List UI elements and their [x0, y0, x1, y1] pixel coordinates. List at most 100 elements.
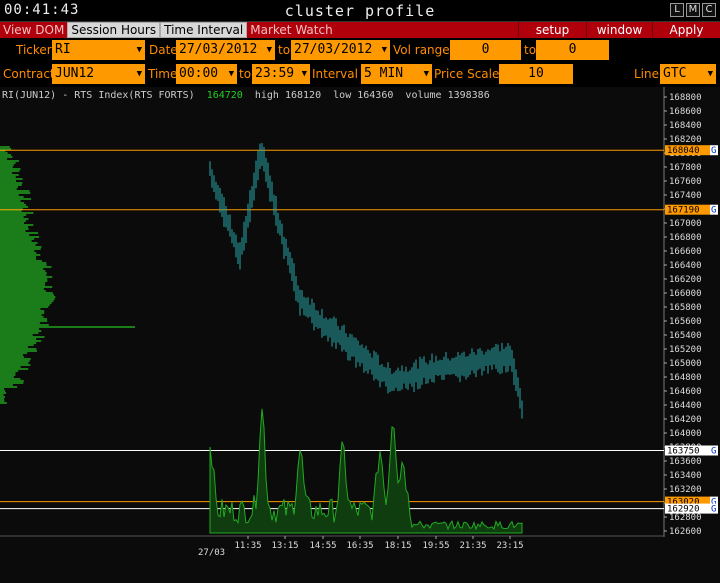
title-bar: 00:41:43 cluster profile L M C — [0, 0, 720, 22]
gtc-tag-label: G — [711, 505, 716, 515]
interval-select[interactable]: 5 MIN ▼ — [361, 64, 432, 84]
chart-area[interactable]: 1688001686001684001682001680001678001676… — [0, 87, 720, 583]
m-button[interactable]: M — [686, 3, 700, 17]
vol-range-label: Vol range — [393, 43, 450, 57]
y-tick-label: 164800 — [669, 373, 702, 383]
vol-from-input[interactable]: 0 — [450, 40, 521, 60]
x-tick-label: 16:35 — [346, 541, 373, 551]
chart-svg[interactable]: 1688001686001684001682001680001678001676… — [0, 87, 720, 583]
x-tick-label: 23:15 — [496, 541, 523, 551]
y-tick-label: 168200 — [669, 135, 702, 145]
y-tick-label: 165000 — [669, 359, 702, 369]
contract-select[interactable]: JUN12 ▼ — [52, 64, 145, 84]
date-to-select[interactable]: 27/03/2012 ▼ — [291, 40, 390, 60]
y-tick-label: 166800 — [669, 233, 702, 243]
x-tick-label: 19:55 — [422, 541, 449, 551]
x-tick-label: 21:35 — [459, 541, 486, 551]
y-tick-label: 167400 — [669, 191, 702, 201]
price-scale-input[interactable]: 10 — [499, 64, 573, 84]
y-tick-label: 168800 — [669, 93, 702, 103]
dropdown-arrow-icon: ▼ — [381, 45, 387, 55]
y-tick-label: 164400 — [669, 401, 702, 411]
contract-label: Contract — [3, 67, 55, 81]
c-button[interactable]: C — [702, 3, 716, 17]
dropdown-arrow-icon: ▼ — [301, 69, 307, 79]
y-tick-label: 166200 — [669, 275, 702, 285]
contract-value: JUN12 — [55, 66, 95, 81]
high-value: high 168120 — [254, 90, 322, 101]
volume-area — [209, 408, 523, 534]
x-tick-label: 11:35 — [234, 541, 261, 551]
y-tick-label: 167600 — [669, 177, 702, 187]
apply-button[interactable]: Apply — [652, 22, 720, 38]
instrument-name: RI(JUN12) - RTS Index(RTS FORTS) — [2, 90, 195, 101]
interval-value: 5 MIN — [364, 66, 404, 81]
volume-value: volume 1398386 — [405, 90, 490, 101]
menu-market-watch[interactable]: Market Watch — [247, 22, 335, 38]
gtc-tag-label: G — [711, 447, 716, 457]
y-tick-label: 167800 — [669, 163, 702, 173]
price-level-value: 162920 — [667, 505, 700, 515]
date-label: Date — [149, 43, 178, 57]
menu-time-interval[interactable]: Time Interval — [160, 22, 248, 38]
chart-header: RI(JUN12) - RTS Index(RTS FORTS) 164720 … — [2, 90, 490, 101]
x-tick-label: 14:55 — [309, 541, 336, 551]
time-to-select[interactable]: 23:59 ▼ — [252, 64, 310, 84]
dropdown-arrow-icon: ▼ — [228, 69, 234, 79]
dropdown-arrow-icon: ▼ — [136, 45, 142, 55]
x-tick-label: 18:15 — [384, 541, 411, 551]
date-from-select[interactable]: 27/03/2012 ▼ — [176, 40, 275, 60]
x-date-label: 27/03 — [198, 548, 225, 558]
time-from-value: 00:00 — [179, 66, 219, 81]
ticker-select[interactable]: RI ▼ — [52, 40, 145, 60]
window-buttons: L M C — [670, 3, 716, 17]
interval-label: Interval — [312, 67, 358, 81]
x-tick-label: 13:15 — [271, 541, 298, 551]
control-row-1: Ticker RI ▼ Date 27/03/2012 ▼ to 27/03/201… — [0, 38, 720, 63]
line-select[interactable]: GTC ▼ — [660, 64, 716, 84]
y-tick-label: 168400 — [669, 121, 702, 131]
time-from-select[interactable]: 00:00 ▼ — [176, 64, 237, 84]
low-value: low 164360 — [333, 90, 394, 101]
ticker-label: Ticker — [16, 43, 52, 57]
gtc-tag-label: G — [711, 206, 716, 216]
y-tick-label: 165800 — [669, 303, 702, 313]
date-to-value: 27/03/2012 — [294, 42, 373, 57]
time-label: Time — [148, 67, 178, 81]
y-tick-label: 164000 — [669, 429, 702, 439]
vol-to-label: to — [524, 43, 537, 57]
menu-bar: View DOM Session Hours Time Interval Mar… — [0, 22, 720, 38]
date-from-value: 27/03/2012 — [179, 42, 258, 57]
menu-view-dom[interactable]: View DOM — [0, 22, 67, 38]
y-tick-label: 166400 — [669, 261, 702, 271]
vol-to-input[interactable]: 0 — [536, 40, 609, 60]
line-label: Line — [634, 67, 660, 81]
y-tick-label: 163600 — [669, 457, 702, 467]
window-title: cluster profile — [284, 2, 436, 20]
setup-button[interactable]: setup — [518, 22, 586, 38]
time-to-label: to — [239, 67, 252, 81]
dropdown-arrow-icon: ▼ — [423, 69, 429, 79]
date-to-label: to — [278, 43, 291, 57]
control-row-2: Contract JUN12 ▼ Time 00:00 ▼ to 23:59 ▼ In… — [0, 62, 720, 87]
y-tick-label: 167000 — [669, 219, 702, 229]
l-button[interactable]: L — [670, 3, 684, 17]
line-value: GTC — [663, 66, 687, 81]
ticker-value: RI — [55, 42, 71, 57]
dropdown-arrow-icon: ▼ — [266, 45, 272, 55]
y-tick-label: 166600 — [669, 247, 702, 257]
gtc-tag-label: G — [711, 146, 716, 156]
y-tick-label: 163400 — [669, 471, 702, 481]
price-level-value: 168040 — [667, 146, 700, 156]
y-tick-label: 165200 — [669, 345, 702, 355]
window-button[interactable]: window — [586, 22, 652, 38]
y-tick-label: 165400 — [669, 331, 702, 341]
y-tick-label: 164600 — [669, 387, 702, 397]
menu-session-hours[interactable]: Session Hours — [67, 22, 161, 38]
y-tick-label: 168600 — [669, 107, 702, 117]
last-price: 164720 — [206, 90, 243, 101]
y-tick-label: 162600 — [669, 527, 702, 537]
y-tick-label: 166000 — [669, 289, 702, 299]
price-level-value: 163750 — [667, 447, 700, 457]
y-tick-label: 165600 — [669, 317, 702, 327]
